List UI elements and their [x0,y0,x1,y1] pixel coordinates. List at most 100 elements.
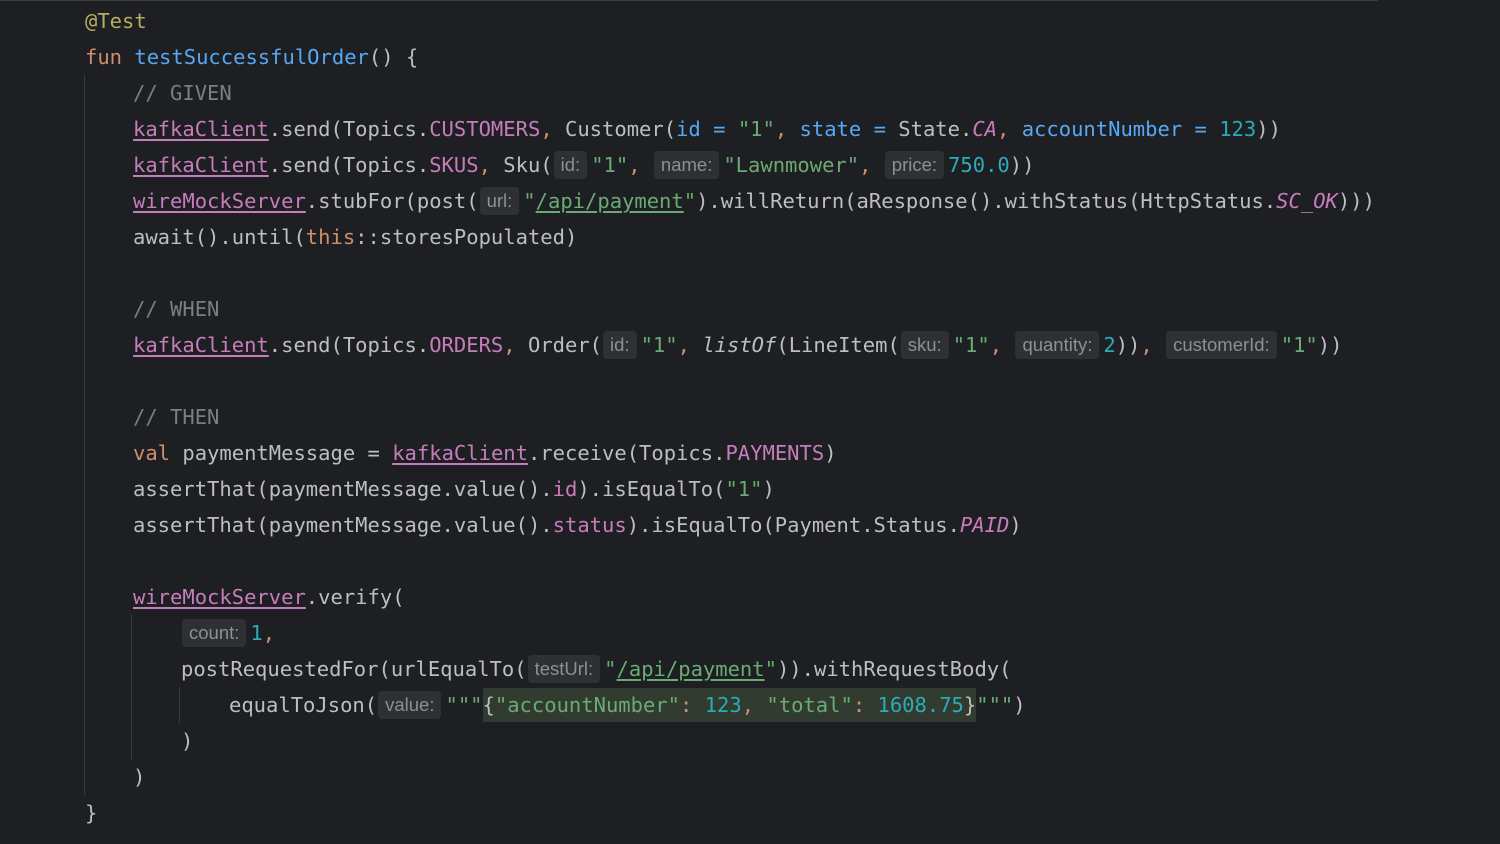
code-editor[interactable]: @Test fun testSuccessfulOrder() { // GIVEN… [0,0,1500,844]
code-token: val [133,441,183,465]
code-token: """ [445,693,483,717]
code-line: // WHEN [133,291,219,327]
code-token: 2 [1103,333,1116,357]
code-token: PAYMENTS [725,441,825,465]
code-token: // GIVEN [133,81,232,105]
code-line: postRequestedFor(urlEqualTo(testUrl: "/ap… [181,651,1011,687]
code-token: """ [976,693,1014,717]
code-token: ) [1013,693,1026,717]
code-token: , [741,693,767,717]
code-line: wireMockServer .verify( [133,579,405,615]
code-line: // THEN [133,399,219,435]
code-line: assertThat(paymentMessage.value(). status… [133,507,1022,543]
code-line: } [85,795,97,831]
code-token: "1" [952,333,990,357]
code-token: .send(Topics. [268,153,430,177]
code-token: .send(Topics. [268,117,430,141]
code-token: , [1140,333,1166,357]
code-token: "1" [725,477,763,501]
code-token: .verify( [305,585,405,609]
code-line: kafkaClient .send(Topics. CUSTOMERS, Custo… [133,111,1281,147]
code-token: )) [1317,333,1343,357]
code-token: : [680,693,705,717]
code-token: "accountNumber" [494,693,680,717]
code-token: ) [1009,513,1022,537]
code-line: @Test [85,3,147,39]
code-token: )) [1009,153,1035,177]
code-token: ) [181,729,194,753]
code-line: fun testSuccessfulOrder() { [85,39,418,75]
code-token: ))) [1337,189,1375,213]
code-token: ) [133,765,146,789]
code-token: ORDERS [429,333,504,357]
code-line: count: 1, [181,615,275,651]
code-token: " [683,189,697,213]
code-token: .send(Topics. [268,333,430,357]
code-token: id = [676,117,738,141]
code-token: )) [1256,117,1281,141]
code-token: } [85,801,98,825]
code-token: "1" [1280,333,1318,357]
code-token: " [764,657,777,681]
code-token: /api/payment [535,189,684,213]
code-token: " [523,189,536,213]
code-line: await().until(this::storesPopulated) [133,219,577,255]
code-token: accountNumber = [1021,117,1220,141]
injected-json-fragment: {"accountNumber": 123, "total": 1608.75} [482,688,977,722]
code-token: "Lawnmower" [723,153,860,177]
code-token: postRequestedFor(urlEqualTo( [181,657,527,681]
code-line: ) [181,723,193,759]
code-line: wireMockServer .stubFor(post(url: "/api/pa… [133,183,1375,219]
code-token: ).isEqualTo( [577,477,726,501]
code-token: State. [898,117,973,141]
parameter-hint: name: [653,151,720,179]
code-line: ) [133,759,145,795]
code-token: "total" [766,693,853,717]
code-line: // GIVEN [133,75,232,111]
code-token: status [552,513,627,537]
parameter-hint: url: [479,187,520,215]
code-token: 1 [250,621,263,645]
code-token: assertThat(paymentMessage.value(). [133,477,553,501]
code-token: kafkaClient [133,117,269,141]
parameter-hint: id: [603,331,637,359]
indent-guide-request-body-args [179,687,180,723]
code-token: 750.0 [948,153,1010,177]
code-token: PAID [959,513,1010,537]
code-token: } [963,693,977,717]
code-token: : [852,693,878,717]
code-token: , [540,117,565,141]
indent-guide-verify-args [131,615,132,759]
code-token: .stubFor(post( [305,189,479,213]
code-token: , [774,117,800,141]
code-token: 1608.75 [877,693,964,717]
code-token: equalToJson( [229,693,378,717]
code-token: , [997,117,1022,141]
code-token: "1" [640,333,678,357]
parameter-hint: count: [182,619,247,647]
code-token: await().until( [133,225,306,249]
parameter-hint: sku: [900,331,949,359]
code-token: CUSTOMERS [429,117,541,141]
code-token: @Test [85,9,147,33]
code-token: .receive(Topics. [527,441,726,465]
code-token: Customer( [565,117,677,141]
code-line: assertThat(paymentMessage.value(). id).is… [133,471,775,507]
code-token: " [604,657,617,681]
code-token: , [628,153,653,177]
code-token: this [305,225,356,249]
parameter-hint: testUrl: [527,655,601,683]
code-line: kafkaClient .send(Topics. SKUS, Sku(id: "1"… [133,147,1034,183]
code-token: testSuccessfulOrder [134,45,369,69]
code-token: id [552,477,578,501]
code-token: )).withRequestBody( [776,657,1012,681]
code-token: Sku( [503,153,553,177]
code-token: ::storesPopulated) [355,225,578,249]
code-line: val paymentMessage = kafkaClient .receive… [133,435,837,471]
code-token: , [262,621,276,645]
code-token: ).willReturn(aResponse().withStatus(Http… [696,189,1277,213]
code-token: , [503,333,528,357]
code-token: { [482,693,495,717]
editor-top-border [0,0,1378,1]
code-token: "1" [737,117,775,141]
